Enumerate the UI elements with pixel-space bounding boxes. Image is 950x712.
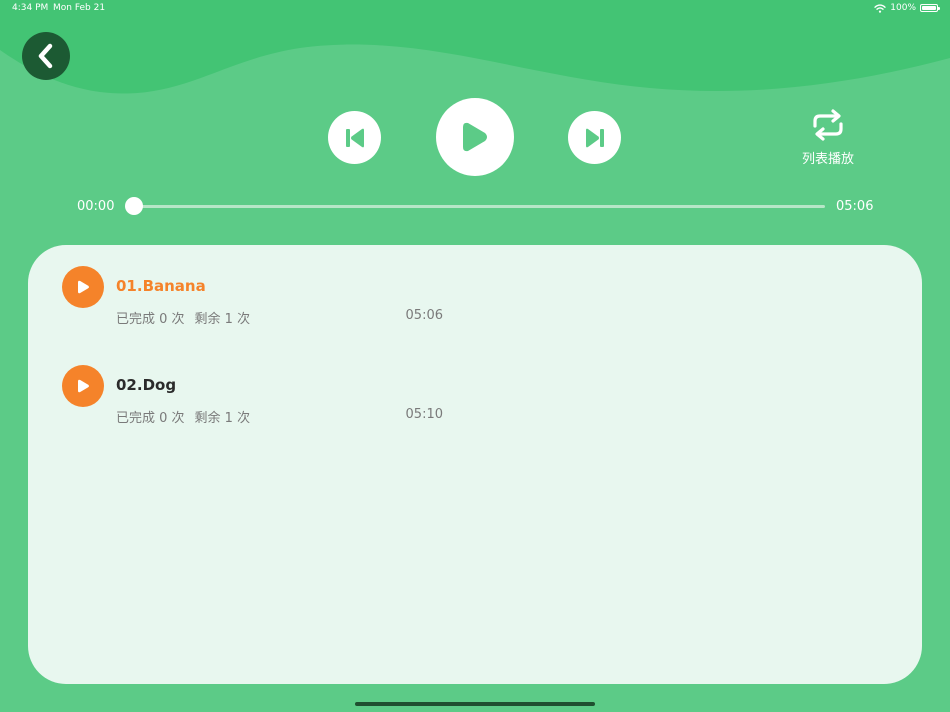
status-indicators: 100% (874, 3, 940, 13)
battery-percentage: 100% (890, 3, 916, 13)
playback-mode-button[interactable]: 列表播放 (795, 108, 861, 170)
track-play-button[interactable] (62, 365, 104, 407)
track-duration: 05:06 (405, 308, 443, 323)
track-play-button[interactable] (62, 266, 104, 308)
playback-mode-label: 列表播放 (801, 152, 854, 167)
chevron-left-icon (38, 43, 53, 69)
track-completed-count: 已完成 0 次 (116, 411, 185, 426)
track-item[interactable]: 02.Dog 已完成 0 次剩余 1 次 05:10 (62, 365, 562, 426)
back-button[interactable] (22, 32, 70, 80)
repeat-icon (813, 109, 843, 141)
skip-previous-icon (345, 128, 364, 147)
status-time: 4:34 PM (12, 3, 49, 13)
play-icon (463, 122, 487, 152)
track-title: 01.Banana (116, 277, 206, 295)
track-remaining-count: 剩余 1 次 (194, 312, 251, 327)
status-date: Mon Feb 21 (53, 3, 106, 13)
status-bar: 4:34 PM Mon Feb 21 100% (0, 0, 950, 18)
track-play-counts: 已完成 0 次剩余 1 次 (116, 308, 250, 327)
track-remaining-count: 剩余 1 次 (194, 411, 251, 426)
track-completed-count: 已完成 0 次 (116, 312, 185, 327)
track-title: 02.Dog (116, 376, 177, 394)
total-time: 05:06 (836, 199, 874, 214)
home-indicator (355, 702, 595, 706)
next-track-button[interactable] (568, 111, 621, 164)
skip-next-icon (585, 128, 604, 147)
play-icon (78, 379, 89, 393)
battery-icon (920, 4, 940, 12)
play-button[interactable] (436, 98, 514, 176)
progress-thumb[interactable] (125, 197, 143, 215)
progress-bar[interactable] (125, 197, 825, 215)
wifi-icon (874, 3, 886, 13)
play-icon (78, 280, 89, 294)
current-time: 00:00 (77, 199, 115, 214)
playlist-panel: 01.Banana 已完成 0 次剩余 1 次 05:06 02.Dog 已完成… (28, 245, 922, 684)
track-item[interactable]: 01.Banana 已完成 0 次剩余 1 次 05:06 (62, 266, 562, 327)
track-duration: 05:10 (405, 407, 443, 422)
previous-track-button[interactable] (328, 111, 381, 164)
track-play-counts: 已完成 0 次剩余 1 次 (116, 407, 250, 426)
